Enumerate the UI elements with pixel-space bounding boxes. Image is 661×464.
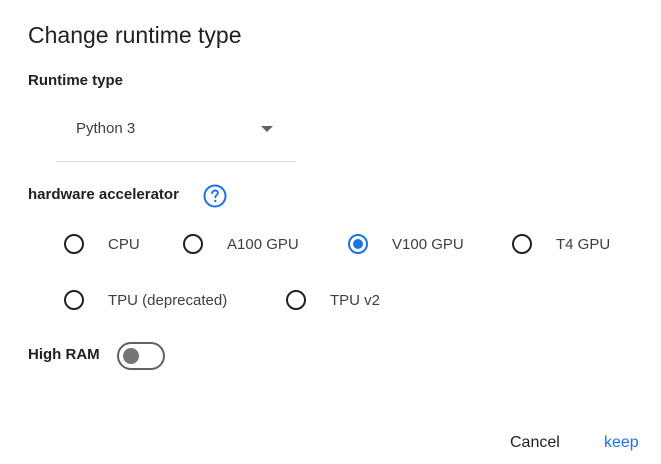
- runtime-type-label: Runtime type: [28, 72, 124, 89]
- high-ram-toggle[interactable]: [117, 342, 165, 370]
- radio-button-icon[interactable]: [64, 290, 84, 310]
- radio-v100-gpu[interactable]: V100 GPU: [348, 231, 464, 257]
- help-circle-icon[interactable]: [203, 184, 227, 208]
- radio-button-icon[interactable]: [183, 234, 203, 254]
- change-runtime-dialog: Change runtime type Runtime type Python …: [0, 0, 661, 464]
- radio-label-v100-gpu: V100 GPU: [392, 235, 464, 253]
- radio-tpu-deprecated[interactable]: TPU (deprecated): [64, 287, 227, 313]
- high-ram-label: High RAM: [28, 346, 100, 363]
- radio-button-icon[interactable]: [512, 234, 532, 254]
- radio-a100-gpu[interactable]: A100 GPU: [183, 231, 299, 257]
- dropdown-arrow-icon: [261, 126, 273, 132]
- radio-cpu[interactable]: CPU: [64, 231, 140, 257]
- radio-label-a100-gpu: A100 GPU: [227, 235, 299, 253]
- cancel-button[interactable]: Cancel: [510, 434, 560, 452]
- hardware-accelerator-label: hardware accelerator: [28, 186, 179, 203]
- radio-button-icon[interactable]: [64, 234, 84, 254]
- toggle-knob: [123, 348, 139, 364]
- runtime-type-select[interactable]: Python 3: [56, 104, 296, 162]
- keep-button[interactable]: keep: [604, 434, 639, 452]
- radio-label-tpu-deprecated: TPU (deprecated): [108, 291, 228, 309]
- radio-t4-gpu[interactable]: T4 GPU: [512, 231, 610, 257]
- radio-label-t4-gpu: T4 GPU: [556, 235, 611, 253]
- radio-label-tpu-v2: TPU v2: [330, 291, 381, 309]
- runtime-type-value: Python 3: [76, 120, 136, 137]
- radio-button-icon[interactable]: [286, 290, 306, 310]
- dialog-title: Change runtime type: [28, 22, 242, 48]
- radio-label-cpu: CPU: [108, 235, 140, 253]
- radio-button-checked-icon[interactable]: [348, 234, 368, 254]
- radio-tpu-v2[interactable]: TPU v2: [286, 287, 380, 313]
